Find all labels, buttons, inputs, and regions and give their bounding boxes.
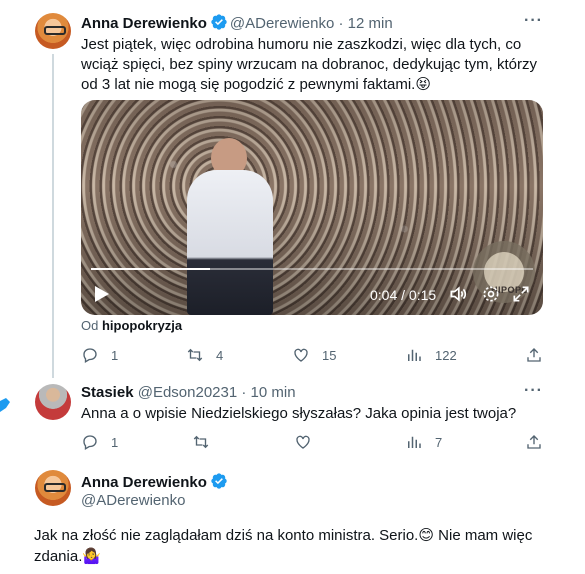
reply-count: 1 xyxy=(111,434,119,450)
tweet-header: Stasiek @Edson20231 · 10 min xyxy=(81,383,296,403)
avatar-stasiek[interactable] xyxy=(35,384,71,420)
like-count: 15 xyxy=(322,347,337,363)
author-handle[interactable]: @ADerewienko xyxy=(81,492,185,509)
retweet-icon xyxy=(193,435,209,449)
share-button[interactable] xyxy=(525,345,543,365)
author-name[interactable]: Anna Derewienko xyxy=(81,15,207,32)
author-handle-line: @ADerewienko xyxy=(81,491,185,511)
video-source-attribution: Od hipopokryzja xyxy=(81,318,182,334)
avatar-anna[interactable] xyxy=(35,470,71,506)
tweet-3[interactable]: Anna Derewienko @ADerewienko Jak na złoś… xyxy=(0,462,585,574)
separator-dot: · xyxy=(241,384,247,401)
analytics-icon xyxy=(408,436,421,448)
video-time-readout: 0:04 / 0:15 xyxy=(370,287,437,303)
share-icon xyxy=(527,435,541,449)
tweet-header: Anna Derewienko @ADerewienko · 12 min xyxy=(81,13,393,34)
tweet-2[interactable]: Stasiek @Edson20231 · 10 min ··· Anna a … xyxy=(0,380,585,462)
heart-icon xyxy=(294,348,308,362)
views-count: 122 xyxy=(435,347,457,363)
analytics-icon xyxy=(408,349,421,361)
tweet-1[interactable]: Anna Derewienko @ADerewienko · 12 min ···… xyxy=(0,0,585,380)
reply-button[interactable]: 1 xyxy=(81,345,118,365)
retweet-button[interactable] xyxy=(192,432,210,452)
video-progress-bar[interactable] xyxy=(91,268,533,270)
video-player[interactable]: HIPOPO 0:04 / 0:15 xyxy=(81,100,543,315)
tweet-timestamp[interactable]: 10 min xyxy=(251,384,296,401)
tweet-actions: 1 4 15 122 xyxy=(81,345,543,365)
twitter-side-icon xyxy=(0,398,10,412)
reply-icon xyxy=(83,348,97,363)
volume-icon[interactable] xyxy=(448,284,468,304)
more-options-icon[interactable]: ··· xyxy=(524,382,543,400)
author-name[interactable]: Stasiek xyxy=(81,384,134,401)
play-icon[interactable] xyxy=(95,286,109,302)
retweet-icon xyxy=(187,348,203,362)
retweet-count: 4 xyxy=(216,347,224,363)
settings-gear-icon[interactable] xyxy=(481,284,501,304)
views-button[interactable]: 7 xyxy=(405,432,442,452)
tweet-actions: 1 7 xyxy=(81,432,543,452)
author-handle[interactable]: @ADerewienko xyxy=(230,15,334,32)
views-count: 7 xyxy=(435,434,443,450)
verified-badge-icon xyxy=(211,473,227,489)
from-source-link[interactable]: hipopokryzja xyxy=(102,318,182,333)
from-label: Od xyxy=(81,318,99,333)
reply-count: 1 xyxy=(111,347,119,363)
separator-dot: · xyxy=(338,15,344,32)
share-icon xyxy=(527,348,541,362)
avatar-anna[interactable] xyxy=(35,13,71,49)
like-button[interactable]: 15 xyxy=(292,345,336,365)
views-button[interactable]: 122 xyxy=(405,345,457,365)
like-button[interactable] xyxy=(294,432,312,452)
reply-button[interactable]: 1 xyxy=(81,432,118,452)
more-options-icon[interactable]: ··· xyxy=(524,12,543,30)
tweet-timestamp[interactable]: 12 min xyxy=(348,15,393,32)
tweet-header: Anna Derewienko xyxy=(81,472,230,493)
fullscreen-icon[interactable] xyxy=(511,284,531,304)
author-name[interactable]: Anna Derewienko xyxy=(81,474,207,491)
tweet-text: Jest piątek, więc odrobina humoru nie za… xyxy=(81,36,538,93)
retweet-button[interactable]: 4 xyxy=(186,345,223,365)
tweet-text: Jak na złość nie zaglądałam dziś na kont… xyxy=(34,527,533,565)
video-progress-fill xyxy=(91,268,211,270)
author-handle[interactable]: @Edson20231 xyxy=(138,384,237,401)
tweet-text: Anna a o wpisie Niedzielskiego słyszałas… xyxy=(81,405,517,422)
verified-badge-icon xyxy=(211,14,227,30)
thread-connector xyxy=(52,54,54,378)
heart-icon xyxy=(296,435,310,449)
video-frame-figure xyxy=(187,170,273,315)
share-button[interactable] xyxy=(525,432,543,452)
reply-icon xyxy=(83,435,97,450)
